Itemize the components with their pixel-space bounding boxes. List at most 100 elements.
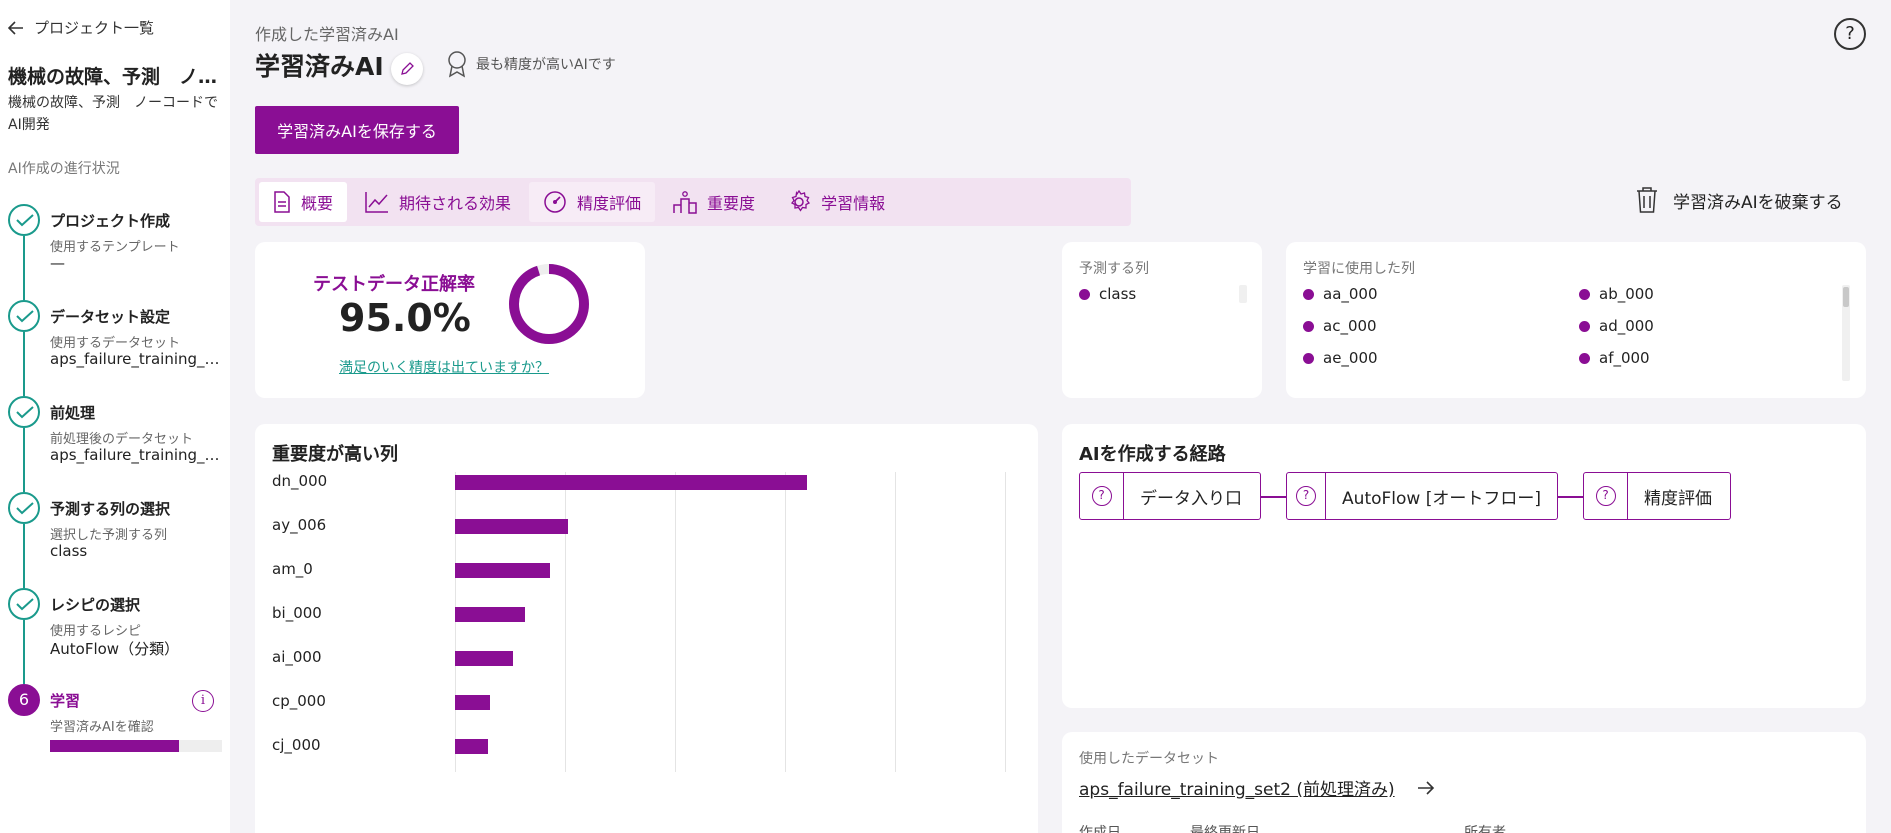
step-connector (23, 524, 25, 588)
tab-expected-effect[interactable]: 期待される効果 (351, 182, 525, 222)
training-column-item: ac_000 (1303, 317, 1377, 335)
pencil-icon (401, 62, 414, 75)
tab-label: 期待される効果 (399, 194, 512, 213)
help-icon[interactable]: ? (1584, 473, 1628, 519)
back-to-projects-link[interactable]: プロジェクト一覧 (8, 17, 154, 38)
back-link-label: プロジェクト一覧 (34, 19, 155, 37)
info-icon[interactable]: i (192, 690, 214, 712)
check-icon (8, 396, 40, 428)
step-name: データセット設定 (50, 308, 171, 326)
step-number: 6 (8, 684, 40, 716)
arrow-right-icon (1417, 780, 1434, 795)
target-column-item: class (1079, 285, 1136, 303)
bullet-dot (1579, 352, 1590, 364)
flow-connector (1558, 496, 1583, 498)
step-value: aps_failure_training_set2 (50, 446, 222, 464)
flow-title: AIを作成する経路 (1079, 444, 1226, 465)
gauge-icon (544, 191, 566, 213)
bullet-dot (1303, 352, 1314, 364)
step-value: class (50, 542, 88, 560)
importance-row-label: cp_000 (272, 692, 326, 710)
check-icon (8, 204, 40, 236)
accuracy-satisfaction-link[interactable]: 満足のいく精度は出ていますか？ (339, 357, 549, 377)
importance-row-label: ai_000 (272, 648, 322, 666)
tab-label: 概要 (301, 194, 334, 213)
accuracy-label: テストデータ正解率 (313, 274, 475, 295)
flow-node-data-entry[interactable]: ? データ入り口 (1079, 472, 1261, 520)
bullet-dot (1303, 320, 1314, 332)
column-name: ab_000 (1599, 285, 1654, 303)
discard-label: 学習済みAIを破棄する (1673, 192, 1843, 213)
save-model-button[interactable]: 学習済みAIを保存する (255, 106, 459, 154)
best-note-text: 最も精度が高いAIです (476, 57, 616, 73)
tab-training-info[interactable]: 学習情報 (773, 182, 899, 222)
last-updated-header: 最終更新日 (1190, 825, 1260, 833)
tab-importance[interactable]: 重要度 (659, 182, 769, 222)
importance-card: 重要度が高い列 dn_000 ay_006 am_0 bi_000 ai_000 cp_0… (255, 424, 1038, 833)
training-progress-bar (50, 740, 222, 752)
accuracy-value: 95.0% (339, 296, 471, 340)
step-sub: 学習済みAIを確認 (50, 720, 154, 735)
step-sub: 使用するレシピ (50, 624, 142, 639)
flow-node-label: AutoFlow [オートフロー] (1342, 488, 1541, 509)
importance-row-label: ay_006 (272, 516, 327, 534)
edit-title-button[interactable] (391, 53, 423, 85)
help-icon[interactable]: ? (1287, 473, 1327, 519)
step-value: — (50, 254, 65, 272)
bullet-dot (1579, 288, 1590, 300)
importance-bar (455, 695, 491, 710)
scrollbar[interactable] (1842, 285, 1850, 381)
grid-line (455, 472, 456, 772)
importance-bar (455, 475, 807, 490)
step-connector (23, 620, 25, 684)
step-sub: 使用するテンプレート (50, 240, 180, 255)
flow-node-autoflow[interactable]: ? AutoFlow [オートフロー] (1286, 472, 1558, 520)
grid-line (565, 472, 566, 772)
training-columns-label: 学習に使用した列 (1303, 261, 1415, 277)
scrollbar-thumb[interactable] (1843, 287, 1849, 307)
grid-line (1005, 472, 1006, 772)
step-sub: 使用するデータセット (50, 336, 181, 351)
column-name: ad_000 (1599, 317, 1654, 335)
flow-node-accuracy-evaluation[interactable]: ? 精度評価 (1583, 472, 1731, 520)
line-chart-icon (365, 192, 389, 213)
help-icon[interactable]: ? (1080, 473, 1124, 519)
check-icon (8, 588, 40, 620)
dataset-card: 使用したデータセット aps_failure_training_set2 (前処… (1062, 732, 1866, 833)
step-sub: 選択した予測する列 (50, 528, 168, 543)
importance-bar (455, 519, 568, 534)
step-name: レシピの選択 (50, 596, 141, 614)
tab-accuracy-evaluation[interactable]: 精度評価 (529, 182, 656, 222)
podium-icon (673, 191, 697, 214)
target-column-card: 予測する列 class (1062, 242, 1262, 398)
help-icon[interactable]: ? (1834, 18, 1866, 50)
discard-model-button[interactable]: 学習済みAIを破棄する (1635, 186, 1843, 214)
flow-connector (1261, 496, 1286, 498)
column-name: ac_000 (1323, 317, 1377, 335)
column-name: ae_000 (1323, 349, 1378, 367)
tab-overview[interactable]: 概要 (259, 182, 348, 222)
document-icon (274, 191, 290, 213)
check-icon (8, 300, 40, 332)
tab-bar: 概要 期待される効果 精度評価 重要度 学習情報 (255, 178, 1131, 226)
tab-label: 重要度 (707, 194, 756, 213)
training-progress-fill (50, 740, 179, 752)
dataset-link[interactable]: aps_failure_training_set2 (前処理済み) (1079, 775, 1435, 800)
grid-line (785, 472, 786, 772)
importance-bar (455, 563, 551, 578)
created-date-header: 作成日 (1079, 825, 1121, 833)
award-icon (448, 51, 466, 78)
training-column-item: af_000 (1579, 349, 1650, 367)
step-connector (23, 236, 25, 300)
accuracy-donut (509, 264, 589, 344)
step-value: AutoFlow（分類） (50, 640, 180, 658)
column-name: class (1099, 285, 1137, 303)
step-name: 学習 (50, 692, 81, 710)
sidebar: プロジェクト一覧 機械の故障、予測 ノーコードでAI開発 機械の故障、予測 ノー… (0, 0, 230, 833)
page-title: 学習済みAI (255, 52, 384, 81)
scrollbar[interactable] (1239, 285, 1247, 303)
project-title: 機械の故障、予測 ノーコードでAI開発 (8, 66, 218, 88)
grid-line (675, 472, 676, 772)
importance-bar (455, 739, 489, 754)
tab-label: 精度評価 (577, 194, 642, 213)
